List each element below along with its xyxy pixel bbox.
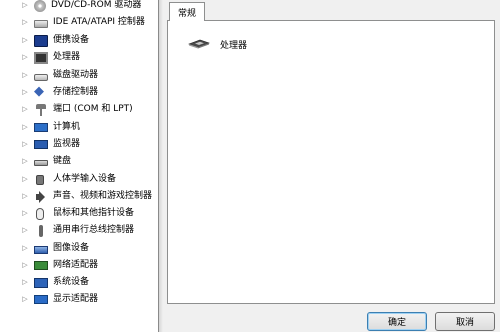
properties-dialog: 常规 处理器 确定 取消 <box>158 0 500 332</box>
tree-item-label: IDE ATA/ATAPI 控制器 <box>53 17 145 27</box>
expand-arrow-icon[interactable]: ▷ <box>21 222 29 239</box>
tree-item-label: 通用串行总线控制器 <box>53 225 135 235</box>
monitor-icon <box>34 140 48 149</box>
tree-item-usb-controllers[interactable]: ▷ 通用串行总线控制器 <box>0 222 134 239</box>
expand-arrow-icon[interactable]: ▷ <box>21 171 29 188</box>
disk-drive-icon <box>34 73 48 81</box>
tree-item-label: 计算机 <box>53 122 81 132</box>
storage-controller-icon <box>34 84 48 99</box>
computer-icon <box>34 123 48 132</box>
tree-item-display-adapters[interactable]: ▷ 显示适配器 <box>0 291 98 308</box>
mouse-icon <box>36 207 44 220</box>
dialog-border <box>159 0 163 332</box>
tree-item-network-adapters[interactable]: ▷ 网络适配器 <box>0 257 98 274</box>
tree-item-label: 图像设备 <box>53 243 90 253</box>
expand-arrow-icon[interactable]: ▷ <box>21 136 29 153</box>
expand-arrow-icon[interactable]: ▷ <box>21 257 29 274</box>
expand-arrow-icon[interactable]: ▷ <box>21 205 29 222</box>
cancel-button[interactable]: 取消 <box>435 312 495 331</box>
usb-icon <box>34 224 48 237</box>
tree-item-label: 处理器 <box>53 52 81 62</box>
system-device-icon <box>34 277 48 288</box>
device-name: 处理器 <box>220 41 248 51</box>
keyboard-icon <box>34 160 48 166</box>
expand-arrow-icon[interactable]: ▷ <box>21 188 29 205</box>
tree-item-label: 声音、视频和游戏控制器 <box>53 191 153 201</box>
device-tree[interactable]: ▷ DVD/CD-ROM 驱动器 ▷ IDE ATA/ATAPI 控制器 ▷ 便… <box>0 0 158 332</box>
expand-arrow-icon[interactable]: ▷ <box>21 119 29 136</box>
expand-arrow-icon[interactable]: ▷ <box>21 49 29 66</box>
tree-item-portable-devices[interactable]: ▷ 便携设备 <box>0 32 89 49</box>
tree-item-disk-drives[interactable]: ▷ 磁盘驱动器 <box>0 67 98 84</box>
expand-arrow-icon[interactable]: ▷ <box>21 240 29 257</box>
expand-arrow-icon[interactable]: ▷ <box>21 291 29 308</box>
display-adapter-icon <box>34 295 48 304</box>
portable-device-icon <box>34 34 48 47</box>
tree-item-label: 网络适配器 <box>53 260 99 270</box>
tree-item-label: DVD/CD-ROM 驱动器 <box>51 0 142 10</box>
tree-item-ide-controller[interactable]: ▷ IDE ATA/ATAPI 控制器 <box>0 14 145 31</box>
tree-item-label: 显示适配器 <box>53 294 99 304</box>
tree-item-label: 磁盘驱动器 <box>53 70 99 80</box>
hid-icon <box>36 174 44 185</box>
tree-item-label: 端口 (COM 和 LPT) <box>53 104 133 114</box>
tab-general[interactable]: 常规 <box>169 2 206 21</box>
ide-controller-icon <box>34 19 48 28</box>
tree-item-label: 系统设备 <box>53 277 90 287</box>
tree-item-label: 便携设备 <box>53 35 90 45</box>
tree-item-monitors[interactable]: ▷ 监视器 <box>0 136 80 153</box>
tree-item-dvd-cdrom[interactable]: ▷ DVD/CD-ROM 驱动器 <box>0 0 141 14</box>
audio-icon <box>34 190 48 203</box>
tree-item-label: 鼠标和其他指针设备 <box>53 208 135 218</box>
network-adapter-icon <box>34 261 48 270</box>
tree-item-mice[interactable]: ▷ 鼠标和其他指针设备 <box>0 205 134 222</box>
tree-item-storage-controllers[interactable]: ▷ 存储控制器 <box>0 84 98 101</box>
tree-item-computer[interactable]: ▷ 计算机 <box>0 119 80 136</box>
processor-icon <box>34 51 48 64</box>
expand-arrow-icon[interactable]: ▷ <box>21 101 29 118</box>
expand-arrow-icon[interactable]: ▷ <box>21 0 29 14</box>
tree-item-label: 监视器 <box>53 139 81 149</box>
general-tab-panel: 处理器 <box>167 20 495 304</box>
disc-drive-icon <box>34 0 46 12</box>
port-icon <box>34 103 48 116</box>
tree-item-label: 人体学输入设备 <box>53 174 117 184</box>
expand-arrow-icon[interactable]: ▷ <box>21 274 29 291</box>
tree-item-processors[interactable]: ▷ 处理器 <box>0 49 80 66</box>
tree-item-hid[interactable]: ▷ 人体学输入设备 <box>0 171 116 188</box>
tree-item-sound-video-game[interactable]: ▷ 声音、视频和游戏控制器 <box>0 188 152 205</box>
ok-button[interactable]: 确定 <box>367 312 427 331</box>
device-manager-window: ▷ DVD/CD-ROM 驱动器 ▷ IDE ATA/ATAPI 控制器 ▷ 便… <box>0 0 500 332</box>
tree-item-label: 存储控制器 <box>53 87 99 97</box>
expand-arrow-icon[interactable]: ▷ <box>21 14 29 31</box>
expand-arrow-icon[interactable]: ▷ <box>21 84 29 101</box>
tree-item-imaging-devices[interactable]: ▷ 图像设备 <box>0 240 89 257</box>
imaging-device-icon <box>34 245 48 254</box>
expand-arrow-icon[interactable]: ▷ <box>21 153 29 170</box>
tree-item-label: 键盘 <box>53 156 72 166</box>
expand-arrow-icon[interactable]: ▷ <box>21 67 29 84</box>
tree-item-system-devices[interactable]: ▷ 系统设备 <box>0 274 89 291</box>
processor-chip-icon <box>188 39 210 49</box>
tree-item-ports[interactable]: ▷ 端口 (COM 和 LPT) <box>0 101 133 118</box>
tree-item-keyboards[interactable]: ▷ 键盘 <box>0 153 71 170</box>
expand-arrow-icon[interactable]: ▷ <box>21 32 29 49</box>
